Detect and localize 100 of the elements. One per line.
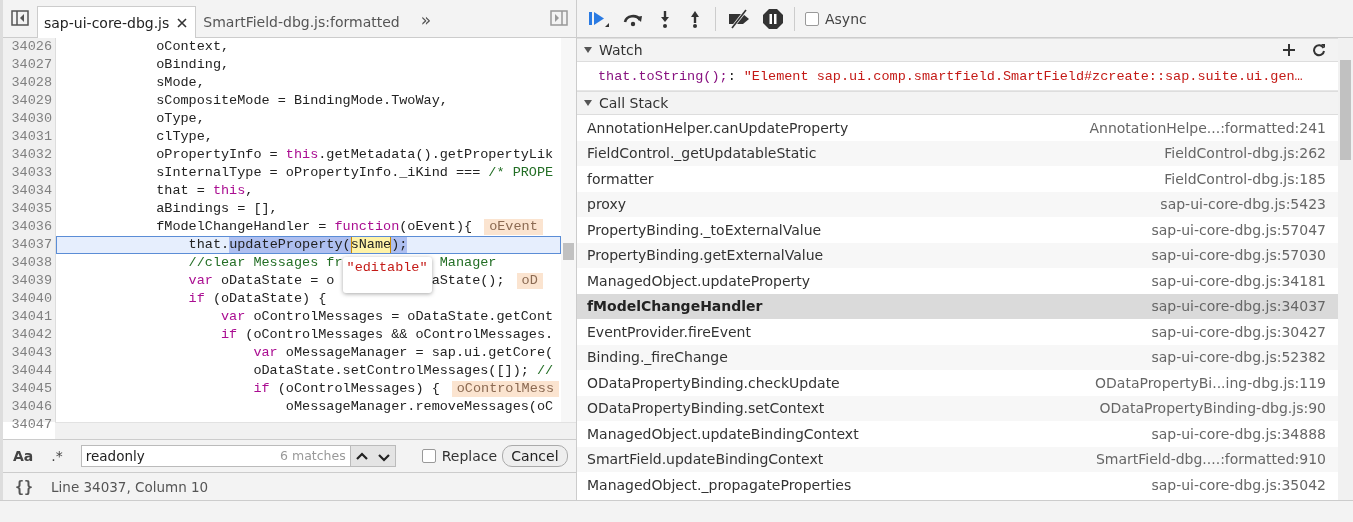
expanded-triangle-icon[interactable]	[583, 45, 593, 55]
line-number: 34035	[10, 200, 53, 218]
sidebar-toggle-icon[interactable]	[550, 10, 568, 26]
line-number: 34030	[10, 110, 53, 128]
pretty-print-button[interactable]: {}	[15, 477, 34, 496]
line-number: 34026	[10, 38, 53, 56]
watch-expression: that.toString();	[598, 68, 728, 84]
more-tabs-button[interactable]: »	[408, 10, 444, 37]
code-text: sInternalType = oPropertyInfo._iKind ===	[156, 164, 482, 182]
frame-location: ODataPropertyBinding-dbg.js:90	[1099, 400, 1326, 417]
regex-toggle[interactable]: .*	[51, 448, 63, 464]
code-comment: /* PROPE	[488, 164, 554, 182]
frame-location: sap-ui-core-dbg.js:35042	[1151, 476, 1326, 493]
function-name: ManagedObject.updateProperty	[587, 272, 811, 289]
expanded-triangle-icon[interactable]	[583, 98, 593, 108]
pause-on-exceptions-icon[interactable]	[762, 7, 784, 30]
refresh-icon[interactable]	[1312, 43, 1326, 57]
file-tab[interactable]: SmartField-dbg.js:formatted	[196, 6, 409, 37]
frame-location: AnnotationHelpe...:formatted:241	[1089, 119, 1326, 136]
replace-label: Replace	[441, 448, 498, 464]
call-frame[interactable]: ODataPropertyBinding.setContext ODataPropertyBinding-dbg.js:90	[577, 395, 1338, 421]
async-label: Async	[825, 10, 867, 27]
selected-code: updateProperty(	[229, 236, 351, 254]
function-name: fModelChangeHandler	[587, 298, 763, 315]
code-text: sCompositeMode = BindingMode.TwoWay,	[156, 92, 448, 110]
replace-checkbox[interactable]	[421, 449, 436, 463]
call-frame[interactable]: EventProvider.fireEvent sap-ui-core-dbg.js:30427	[577, 319, 1338, 345]
code-text: ,	[245, 182, 254, 200]
line-number: 34044	[10, 362, 53, 380]
code-text: .getMetadata().getPropertyLik	[318, 146, 554, 164]
code-text: (oDataState) {	[211, 290, 327, 308]
horizontal-scrollbar[interactable]	[55, 422, 576, 439]
code-text: that.	[188, 236, 230, 254]
line-number: 34045	[10, 380, 53, 398]
call-frame[interactable]: AnnotationHelper.canUpdateProperty AnnotationHelpe...:formatted:241	[577, 115, 1338, 141]
navigator-toggle-icon[interactable]	[11, 10, 29, 26]
function-name: AnnotationHelper.canUpdateProperty	[587, 119, 849, 136]
case-sensitive-toggle[interactable]: Aa	[13, 448, 34, 464]
vertical-scrollbar[interactable]	[1338, 38, 1353, 500]
function-name: Binding._fireChange	[587, 349, 728, 366]
call-frame[interactable]: SmartField.updateBindingContext SmartField-dbg....:formatted:910	[577, 446, 1338, 472]
code-text: oControlMessages = oDataState.getCont	[252, 308, 554, 326]
function-name: ODataPropertyBinding.checkUpdate	[587, 374, 840, 391]
code-text: oDataState = o	[220, 272, 335, 290]
function-name: ManagedObject.updateBindingContext	[587, 425, 859, 442]
code-text: that =	[156, 182, 206, 200]
inline-value: oEvent	[484, 219, 543, 235]
function-name: ODataPropertyBinding.setContext	[587, 400, 825, 417]
function-name: FieldControl._getUpdatableStatic	[587, 145, 817, 162]
code-text: (oControlMessages && oControlMessages.	[244, 326, 554, 344]
section-header[interactable]: Watch	[577, 38, 1338, 62]
close-icon[interactable]	[177, 17, 188, 28]
async-checkbox[interactable]	[805, 11, 819, 26]
call-frame[interactable]: ManagedObject.updateProperty sap-ui-core-dbg.js:34181	[577, 268, 1338, 294]
code-text: oMessageManager = sap.ui.getCore(	[284, 344, 554, 362]
function-name: formatter	[587, 170, 654, 187]
call-frame[interactable]: fModelChangeHandler sap-ui-core-dbg.js:34037	[577, 293, 1338, 319]
call-frame[interactable]: ODataPropertyBinding.checkUpdate ODataPropertyBi...ing-dbg.js:119	[577, 370, 1338, 396]
add-icon[interactable]	[1282, 43, 1296, 57]
frame-location: sap-ui-core-dbg.js:52382	[1151, 349, 1326, 366]
cancel-button[interactable]: Cancel	[502, 445, 568, 467]
code-text: fModelChangeHandler =	[156, 218, 328, 236]
vertical-scrollbar[interactable]	[561, 38, 576, 422]
call-frame[interactable]: PropertyBinding.getExternalValue sap-ui-core-dbg.js:57030	[577, 242, 1338, 268]
section-header[interactable]: Call Stack	[577, 91, 1338, 115]
keyword: if	[188, 290, 205, 308]
code-text: oType,	[156, 110, 205, 128]
code-comment: //clear Messages fr	[188, 254, 343, 272]
line-number: 34037	[10, 236, 53, 254]
code-comment: //	[536, 362, 554, 380]
file-tab[interactable]: sap-ui-core-dbg.js	[37, 6, 197, 38]
code-comment: Manager	[439, 254, 497, 272]
line-number: 34041	[10, 308, 53, 326]
call-frame[interactable]: formatter FieldControl-dbg.js:185	[577, 166, 1338, 192]
call-frame[interactable]: ManagedObject.updateBindingContext sap-ui-core-dbg.js:34888	[577, 421, 1338, 447]
match-count: 6 matches	[280, 448, 346, 463]
code-text: (oControlMessages) {	[276, 380, 440, 398]
function-name: EventProvider.fireEvent	[587, 323, 751, 340]
line-number: 34032	[10, 146, 53, 164]
keyword: if	[253, 380, 270, 398]
keyword: if	[221, 326, 238, 344]
line-number: 34028	[10, 74, 53, 92]
inline-value: oD	[516, 273, 543, 289]
frame-location: sap-ui-core-dbg.js:34888	[1151, 425, 1326, 442]
frame-location: FieldControl-dbg.js:262	[1164, 145, 1326, 162]
call-frame[interactable]: proxy sap-ui-core-dbg.js:5423	[577, 191, 1338, 217]
code-text: oBinding,	[156, 56, 230, 74]
code-text: oDataState.setControlMessages([]);	[253, 362, 530, 380]
line-number: 34040	[10, 290, 53, 308]
call-frame[interactable]: Binding._fireChange sap-ui-core-dbg.js:52382	[577, 344, 1338, 370]
frame-location: sap-ui-core-dbg.js:30427	[1151, 323, 1326, 340]
function-name: SmartField.updateBindingContext	[587, 451, 824, 468]
call-frame[interactable]: ManagedObject._propagateProperties sap-ui-core-dbg.js:35042	[577, 472, 1338, 498]
frame-location: sap-ui-core-dbg.js:34037	[1151, 298, 1326, 315]
call-frame[interactable]: PropertyBinding._toExternalValue sap-ui-core-dbg.js:57047	[577, 217, 1338, 243]
line-number: 34029	[10, 92, 53, 110]
call-frame[interactable]: FieldControl._getUpdatableStatic FieldControl-dbg.js:262	[577, 140, 1338, 166]
frame-location: SmartField-dbg....:formatted:910	[1095, 451, 1326, 468]
code-text: sMode,	[156, 74, 205, 92]
line-number: 34036	[10, 218, 53, 236]
